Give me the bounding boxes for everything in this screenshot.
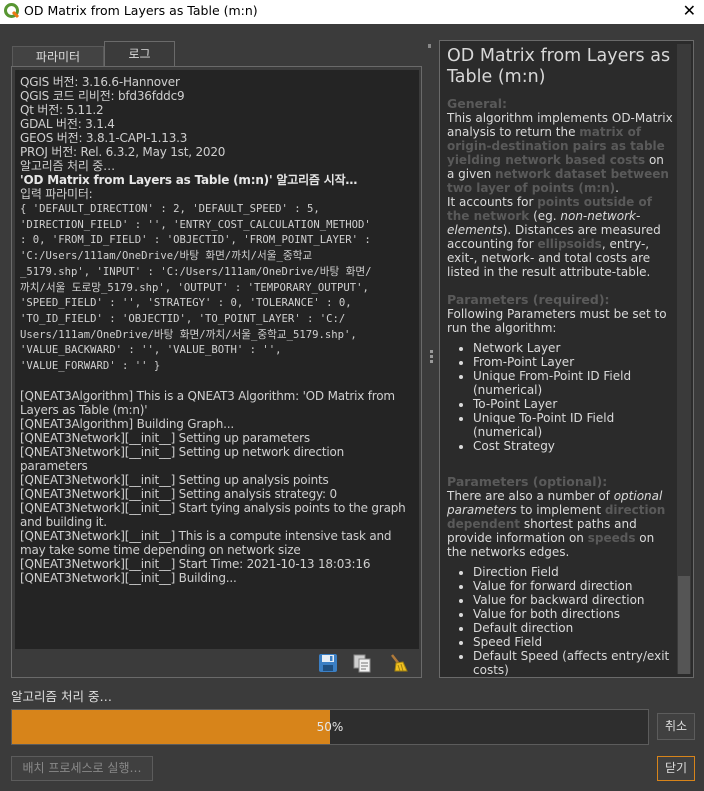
log-line: [QNEAT3Network][__init__] This is a comp… (20, 528, 395, 557)
optional-parameter-item: Default Speed (affects entry/exit costs) (473, 649, 674, 677)
log-line: [QNEAT3Network][__init__] Setting up par… (20, 430, 310, 445)
log-panel: QGIS 버전: 3.16.6-Hannover QGIS 코드 리비전: bfd… (11, 66, 422, 678)
required-parameter-item: Unique To-Point ID Field (numerical) (473, 411, 674, 439)
log-line: [QNEAT3Network][__init__] Start Time: 20… (20, 556, 371, 571)
log-line: Qt 버전: 5.11.2 (20, 103, 104, 117)
log-line: [QNEAT3Network][__init__] Setting up ana… (20, 472, 329, 487)
batch-process-button[interactable]: 배치 프로세스로 실행… (11, 756, 153, 781)
log-param-line: Users/111am/OneDrive/바탕 화면/까치/서울_중학교_517… (20, 328, 357, 341)
log-line: 알고리즘 처리 중… (20, 159, 115, 173)
log-param-line: 'VALUE_BACKWARD' : '', 'VALUE_BOTH' : ''… (20, 344, 282, 357)
progress-bar: 50% (11, 709, 649, 745)
qgis-logo-icon (4, 3, 20, 19)
log-line: [QNEAT3Network][__init__] Start tying an… (20, 500, 410, 529)
help-title: OD Matrix from Layers as Table (m:n) (447, 46, 671, 87)
log-param-line: 'DIRECTION_FIELD' : '', 'ENTRY_COST_CALC… (20, 218, 371, 231)
log-line: QGIS 코드 리비전: bfd36fddc9 (20, 89, 185, 103)
close-icon[interactable]: ✕ (683, 1, 696, 20)
required-parameters-list: Network LayerFrom-Point LayerUnique From… (447, 341, 674, 453)
optional-parameter-item: Speed Field (473, 635, 674, 649)
log-param-line: { 'DEFAULT_DIRECTION' : 2, 'DEFAULT_SPEE… (20, 203, 320, 215)
required-parameter-item: Cost Strategy (473, 439, 674, 453)
optional-parameter-item: Value for backward direction (473, 593, 674, 607)
help-scrollbar-thumb[interactable] (678, 576, 690, 674)
required-parameter-item: To-Point Layer (473, 397, 674, 411)
required-parameter-item: From-Point Layer (473, 355, 674, 369)
splitter-handle-top (428, 44, 431, 48)
window-title: OD Matrix from Layers as Table (m:n) (24, 3, 258, 18)
log-line: [QNEAT3Algorithm] This is a QNEAT3 Algor… (20, 388, 399, 417)
optional-parameter-item: Default direction (473, 621, 674, 635)
input-parameters-label: 입력 파라미터: (20, 187, 93, 201)
splitter-handle[interactable] (430, 350, 433, 368)
log-line: [QNEAT3Network][__init__] Setting up net… (20, 444, 348, 473)
log-line: PROJ 버전: Rel. 6.3.2, May 1st, 2020 (20, 145, 226, 159)
log-param-line: 'C:/Users/111am/OneDrive/바탕 화면/까치/서울_중학교 (20, 250, 313, 263)
progress-label: 50% (316, 720, 344, 734)
save-icon[interactable] (318, 653, 338, 673)
log-toolbar (318, 650, 420, 676)
tab-log[interactable]: 로그 (104, 41, 175, 66)
close-button[interactable]: 닫기 (657, 756, 695, 781)
help-required-heading: Parameters (required): (447, 292, 610, 307)
help-accounts-paragraph: It accounts for points outside of the ne… (447, 195, 661, 279)
log-line: QGIS 버전: 3.16.6-Hannover (20, 75, 180, 89)
log-param-line: 'VALUE_FORWARD' : '' } (20, 360, 161, 373)
help-required-intro: Following Parameters must be set to run … (447, 307, 667, 335)
cancel-button[interactable]: 취소 (657, 713, 695, 740)
log-line: GDAL 버전: 3.1.4 (20, 117, 115, 131)
title-bar: OD Matrix from Layers as Table (m:n) ✕ (0, 0, 704, 24)
optional-parameter-item: Value for both directions (473, 607, 674, 621)
log-line: GEOS 버전: 3.8.1-CAPI-1.13.3 (20, 131, 188, 145)
optional-parameters-list: Direction FieldValue for forward directi… (447, 565, 674, 677)
log-line: [QNEAT3Network][__init__] Building... (20, 570, 237, 585)
log-line: [QNEAT3Algorithm] Building Graph... (20, 416, 234, 431)
log-param-line: 'SPEED_FIELD' : '', 'STRATEGY' : 0, 'TOL… (20, 297, 352, 310)
clear-icon[interactable] (388, 653, 408, 673)
algorithm-start-line: 'OD Matrix from Layers as Table (m:n)' 알… (20, 173, 358, 187)
required-parameter-item: Network Layer (473, 341, 674, 355)
log-param-line: 'TO_ID_FIELD' : 'OBJECTID', 'TO_POINT_LA… (20, 312, 346, 325)
log-param-line: _5179.shp', 'INPUT' : 'C:/Users/111am/On… (20, 265, 372, 278)
help-general-paragraph: This algorithm implements OD-Matrix anal… (447, 111, 673, 195)
required-parameter-item: Unique From-Point ID Field (numerical) (473, 369, 674, 397)
optional-parameter-item: Direction Field (473, 565, 674, 579)
log-param-line: 까치/서울 도로망_5179.shp', 'OUTPUT' : 'TEMPORA… (20, 281, 369, 294)
help-optional-paragraph: There are also a number of optional para… (447, 489, 666, 559)
tab-parameters[interactable]: 파라미터 (12, 46, 104, 67)
log-param-line: : 0, 'FROM_ID_FIELD' : 'OBJECTID', 'FROM… (20, 234, 371, 247)
optional-parameter-item: Value for forward direction (473, 579, 674, 593)
status-text: 알고리즘 처리 중… (11, 689, 112, 704)
log-text-area[interactable]: QGIS 버전: 3.16.6-Hannover QGIS 코드 리비전: bfd… (15, 70, 419, 649)
copy-icon[interactable] (352, 653, 372, 673)
help-general-heading: General: (447, 96, 507, 111)
help-panel: OD Matrix from Layers as Table (m:n) Gen… (439, 40, 694, 678)
help-optional-heading: Parameters (optional): (447, 474, 608, 489)
log-line: [QNEAT3Network][__init__] Setting analys… (20, 486, 337, 501)
